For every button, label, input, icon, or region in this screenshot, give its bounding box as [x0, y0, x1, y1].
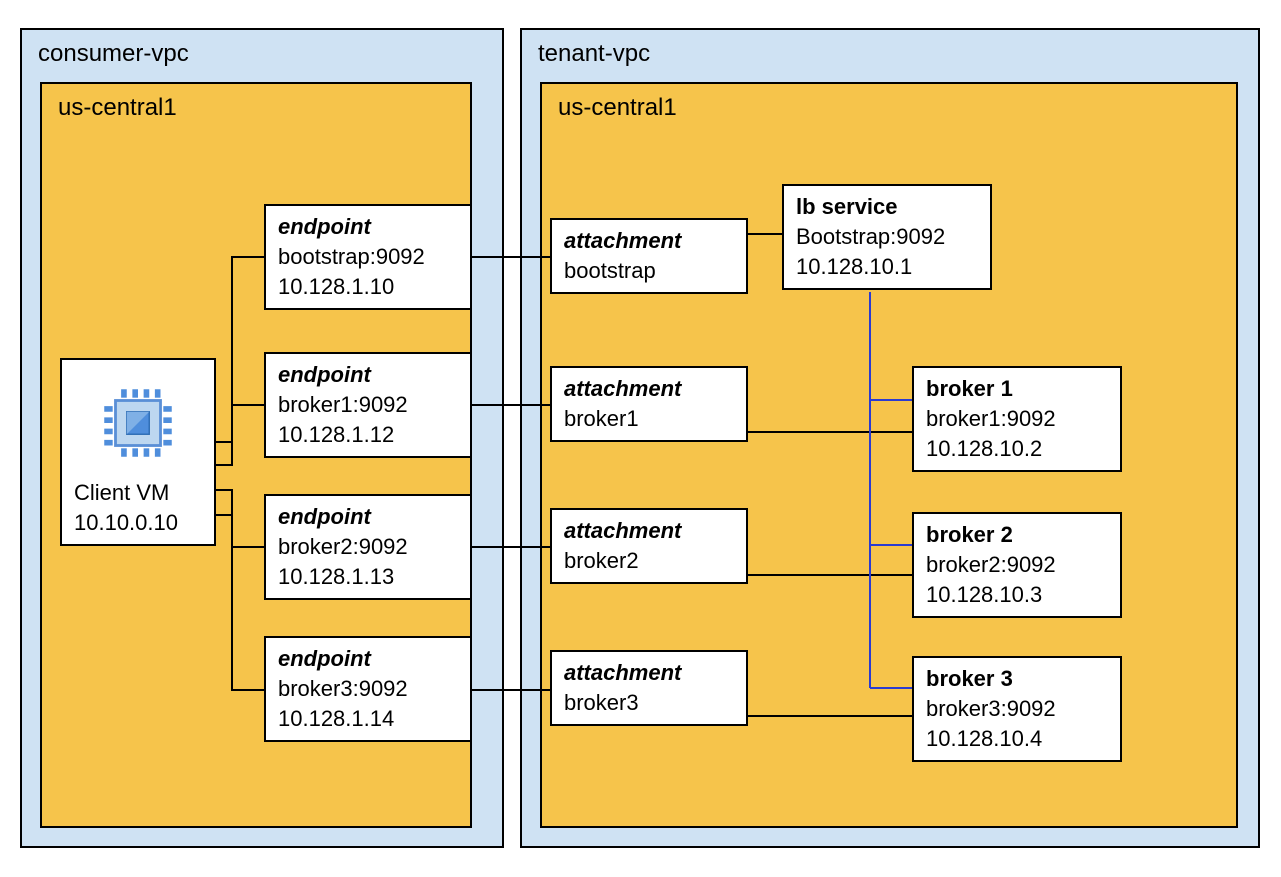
broker-2-node: broker 2 broker2:9092 10.128.10.3 — [912, 512, 1122, 618]
lb-ip: 10.128.10.1 — [796, 254, 978, 280]
endpoint-ip: 10.128.1.12 — [278, 422, 458, 448]
lb-addr: Bootstrap:9092 — [796, 224, 978, 250]
endpoint-title: endpoint — [278, 214, 458, 240]
endpoint-broker1: endpoint broker1:9092 10.128.1.12 — [264, 352, 472, 458]
broker-title: broker 1 — [926, 376, 1108, 402]
consumer-region-label: us-central1 — [58, 94, 470, 122]
endpoint-addr: bootstrap:9092 — [278, 244, 458, 270]
lb-service-node: lb service Bootstrap:9092 10.128.10.1 — [782, 184, 992, 290]
attachment-title: attachment — [564, 660, 734, 686]
attachment-bootstrap: attachment bootstrap — [550, 218, 748, 294]
endpoint-broker3: endpoint broker3:9092 10.128.1.14 — [264, 636, 472, 742]
broker-addr: broker1:9092 — [926, 406, 1108, 432]
tenant-region-label: us-central1 — [558, 94, 1236, 122]
client-vm-ip: 10.10.0.10 — [74, 510, 202, 536]
attachment-broker1: attachment broker1 — [550, 366, 748, 442]
endpoint-title: endpoint — [278, 504, 458, 530]
broker-1-node: broker 1 broker1:9092 10.128.10.2 — [912, 366, 1122, 472]
broker-title: broker 3 — [926, 666, 1108, 692]
broker-3-node: broker 3 broker3:9092 10.128.10.4 — [912, 656, 1122, 762]
endpoint-title: endpoint — [278, 646, 458, 672]
client-vm-node: Client VM 10.10.0.10 — [60, 358, 216, 546]
attachment-title: attachment — [564, 376, 734, 402]
endpoint-addr: broker1:9092 — [278, 392, 458, 418]
attachment-name: bootstrap — [564, 258, 734, 284]
cpu-icon — [93, 378, 183, 468]
endpoint-bootstrap: endpoint bootstrap:9092 10.128.1.10 — [264, 204, 472, 310]
endpoint-ip: 10.128.1.10 — [278, 274, 458, 300]
broker-ip: 10.128.10.2 — [926, 436, 1108, 462]
attachment-name: broker1 — [564, 406, 734, 432]
attachment-title: attachment — [564, 518, 734, 544]
broker-ip: 10.128.10.3 — [926, 582, 1108, 608]
endpoint-title: endpoint — [278, 362, 458, 388]
client-vm-title: Client VM — [74, 480, 202, 506]
attachment-name: broker2 — [564, 548, 734, 574]
broker-ip: 10.128.10.4 — [926, 726, 1108, 752]
tenant-vpc-label: tenant-vpc — [538, 40, 1242, 68]
endpoint-ip: 10.128.1.14 — [278, 706, 458, 732]
endpoint-addr: broker2:9092 — [278, 534, 458, 560]
attachment-broker2: attachment broker2 — [550, 508, 748, 584]
lb-title: lb service — [796, 194, 978, 220]
broker-title: broker 2 — [926, 522, 1108, 548]
endpoint-ip: 10.128.1.13 — [278, 564, 458, 590]
endpoint-addr: broker3:9092 — [278, 676, 458, 702]
endpoint-broker2: endpoint broker2:9092 10.128.1.13 — [264, 494, 472, 600]
broker-addr: broker2:9092 — [926, 552, 1108, 578]
attachment-name: broker3 — [564, 690, 734, 716]
broker-addr: broker3:9092 — [926, 696, 1108, 722]
attachment-title: attachment — [564, 228, 734, 254]
consumer-vpc-label: consumer-vpc — [38, 40, 486, 68]
attachment-broker3: attachment broker3 — [550, 650, 748, 726]
